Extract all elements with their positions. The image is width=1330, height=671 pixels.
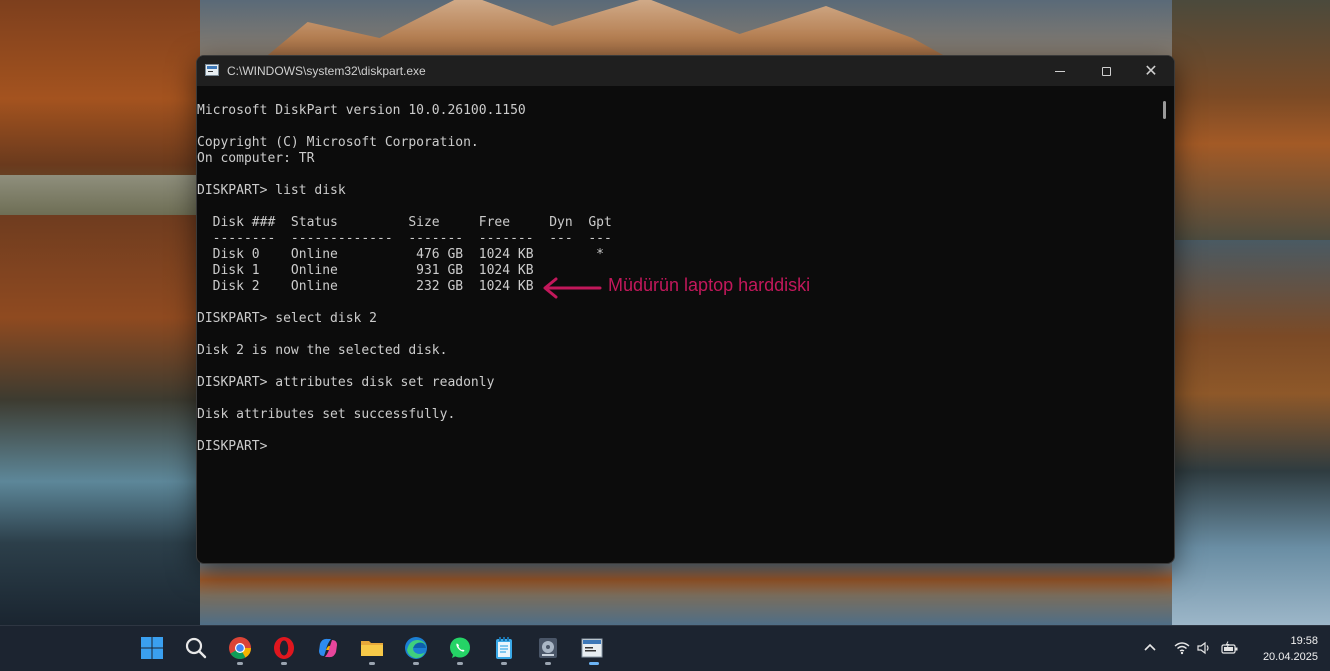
running-indicator	[413, 662, 419, 665]
running-indicator	[457, 662, 463, 665]
maximize-icon	[1101, 66, 1111, 76]
copilot-icon	[319, 638, 337, 658]
search-button[interactable]	[183, 635, 209, 661]
console-output[interactable]: Microsoft DiskPart version 10.0.26100.11…	[197, 86, 1157, 561]
folder-icon	[361, 641, 383, 656]
chevron-up-icon	[1144, 643, 1156, 651]
chrome-icon	[229, 637, 251, 659]
wallpaper-forest-right	[1172, 0, 1330, 240]
wifi-icon	[1174, 642, 1190, 655]
disk-table-row: Disk 0 Online 476 GB 1024 KB *	[197, 247, 604, 262]
wallpaper-lake-bottom	[200, 560, 1172, 625]
console-line: On computer: TR	[197, 151, 315, 166]
wallpaper-shore	[0, 175, 200, 215]
running-indicator	[369, 662, 375, 665]
opera-app[interactable]	[271, 635, 297, 661]
console-line: DISKPART> list disk	[197, 183, 346, 198]
close-button[interactable]: ✕	[1128, 56, 1174, 86]
diskpart-window[interactable]: C:\WINDOWS\system32\diskpart.exe ✕ Micro…	[196, 55, 1175, 564]
clock-time: 19:58	[1290, 635, 1318, 647]
wallpaper-lake-left	[0, 215, 200, 625]
edge-icon	[405, 637, 427, 659]
whatsapp-app[interactable]	[447, 635, 473, 661]
console-line: Disk 2 is now the selected disk.	[197, 343, 448, 358]
taskbar-clock[interactable]: 19:58 20.04.2025	[1248, 633, 1318, 665]
window-title: C:\WINDOWS\system32\diskpart.exe	[227, 64, 426, 78]
maximize-button[interactable]	[1083, 56, 1129, 86]
annotation-label: Müdürün laptop harddiski	[608, 275, 811, 295]
disk-table-separator: -------- ------------- ------- ------- -…	[197, 231, 612, 246]
console-line: Copyright (C) Microsoft Corporation.	[197, 135, 479, 150]
disk-app[interactable]	[535, 635, 561, 661]
disk-icon	[539, 638, 557, 658]
running-indicator	[501, 662, 507, 665]
notepad-app[interactable]	[491, 635, 517, 661]
window-titlebar[interactable]: C:\WINDOWS\system32\diskpart.exe ✕	[197, 56, 1174, 86]
console-scrollbar[interactable]	[1163, 101, 1166, 119]
whatsapp-icon	[450, 637, 470, 658]
diskpart-app[interactable]	[579, 635, 605, 661]
volume-button[interactable]	[1196, 641, 1212, 657]
console-line: DISKPART> select disk 2	[197, 311, 378, 326]
clock-date: 20.04.2025	[1262, 651, 1318, 663]
search-icon	[185, 637, 207, 659]
volume-icon	[1197, 641, 1209, 655]
running-indicator	[545, 662, 551, 665]
console-icon	[581, 638, 603, 658]
battery-icon	[1221, 641, 1238, 654]
minimize-button[interactable]	[1037, 56, 1083, 86]
edge-app[interactable]	[403, 635, 429, 661]
tray-overflow-button[interactable]	[1142, 641, 1158, 657]
chrome-app[interactable]	[227, 635, 253, 661]
opera-icon	[274, 637, 294, 659]
disk-table-row: Disk 1 Online 931 GB 1024 KB	[197, 263, 534, 278]
start-button[interactable]	[139, 635, 165, 661]
battery-button[interactable]	[1221, 641, 1238, 657]
annotation-arrow-icon	[543, 277, 602, 299]
active-indicator	[589, 662, 599, 665]
file-explorer-app[interactable]	[359, 635, 385, 661]
console-icon	[205, 64, 219, 76]
notepad-icon	[496, 637, 512, 659]
taskbar: 19:58 20.04.2025	[0, 625, 1330, 671]
console-line: DISKPART> attributes disk set readonly	[197, 375, 495, 390]
disk-table-header: Disk ### Status Size Free Dyn Gpt	[197, 215, 612, 230]
running-indicator	[237, 662, 243, 665]
windows-logo-icon	[141, 637, 163, 659]
minimize-icon	[1055, 70, 1065, 72]
close-icon: ✕	[1144, 61, 1158, 80]
disk-table-row: Disk 2 Online 232 GB 1024 KB	[197, 279, 534, 294]
console-line: Microsoft DiskPart version 10.0.26100.11…	[197, 103, 526, 118]
wallpaper-lake-right	[1172, 240, 1330, 625]
wifi-button[interactable]	[1174, 641, 1190, 657]
console-line: Disk attributes set successfully.	[197, 407, 456, 422]
running-indicator	[281, 662, 287, 665]
copilot-app[interactable]	[315, 635, 341, 661]
console-prompt[interactable]: DISKPART>	[197, 439, 275, 455]
